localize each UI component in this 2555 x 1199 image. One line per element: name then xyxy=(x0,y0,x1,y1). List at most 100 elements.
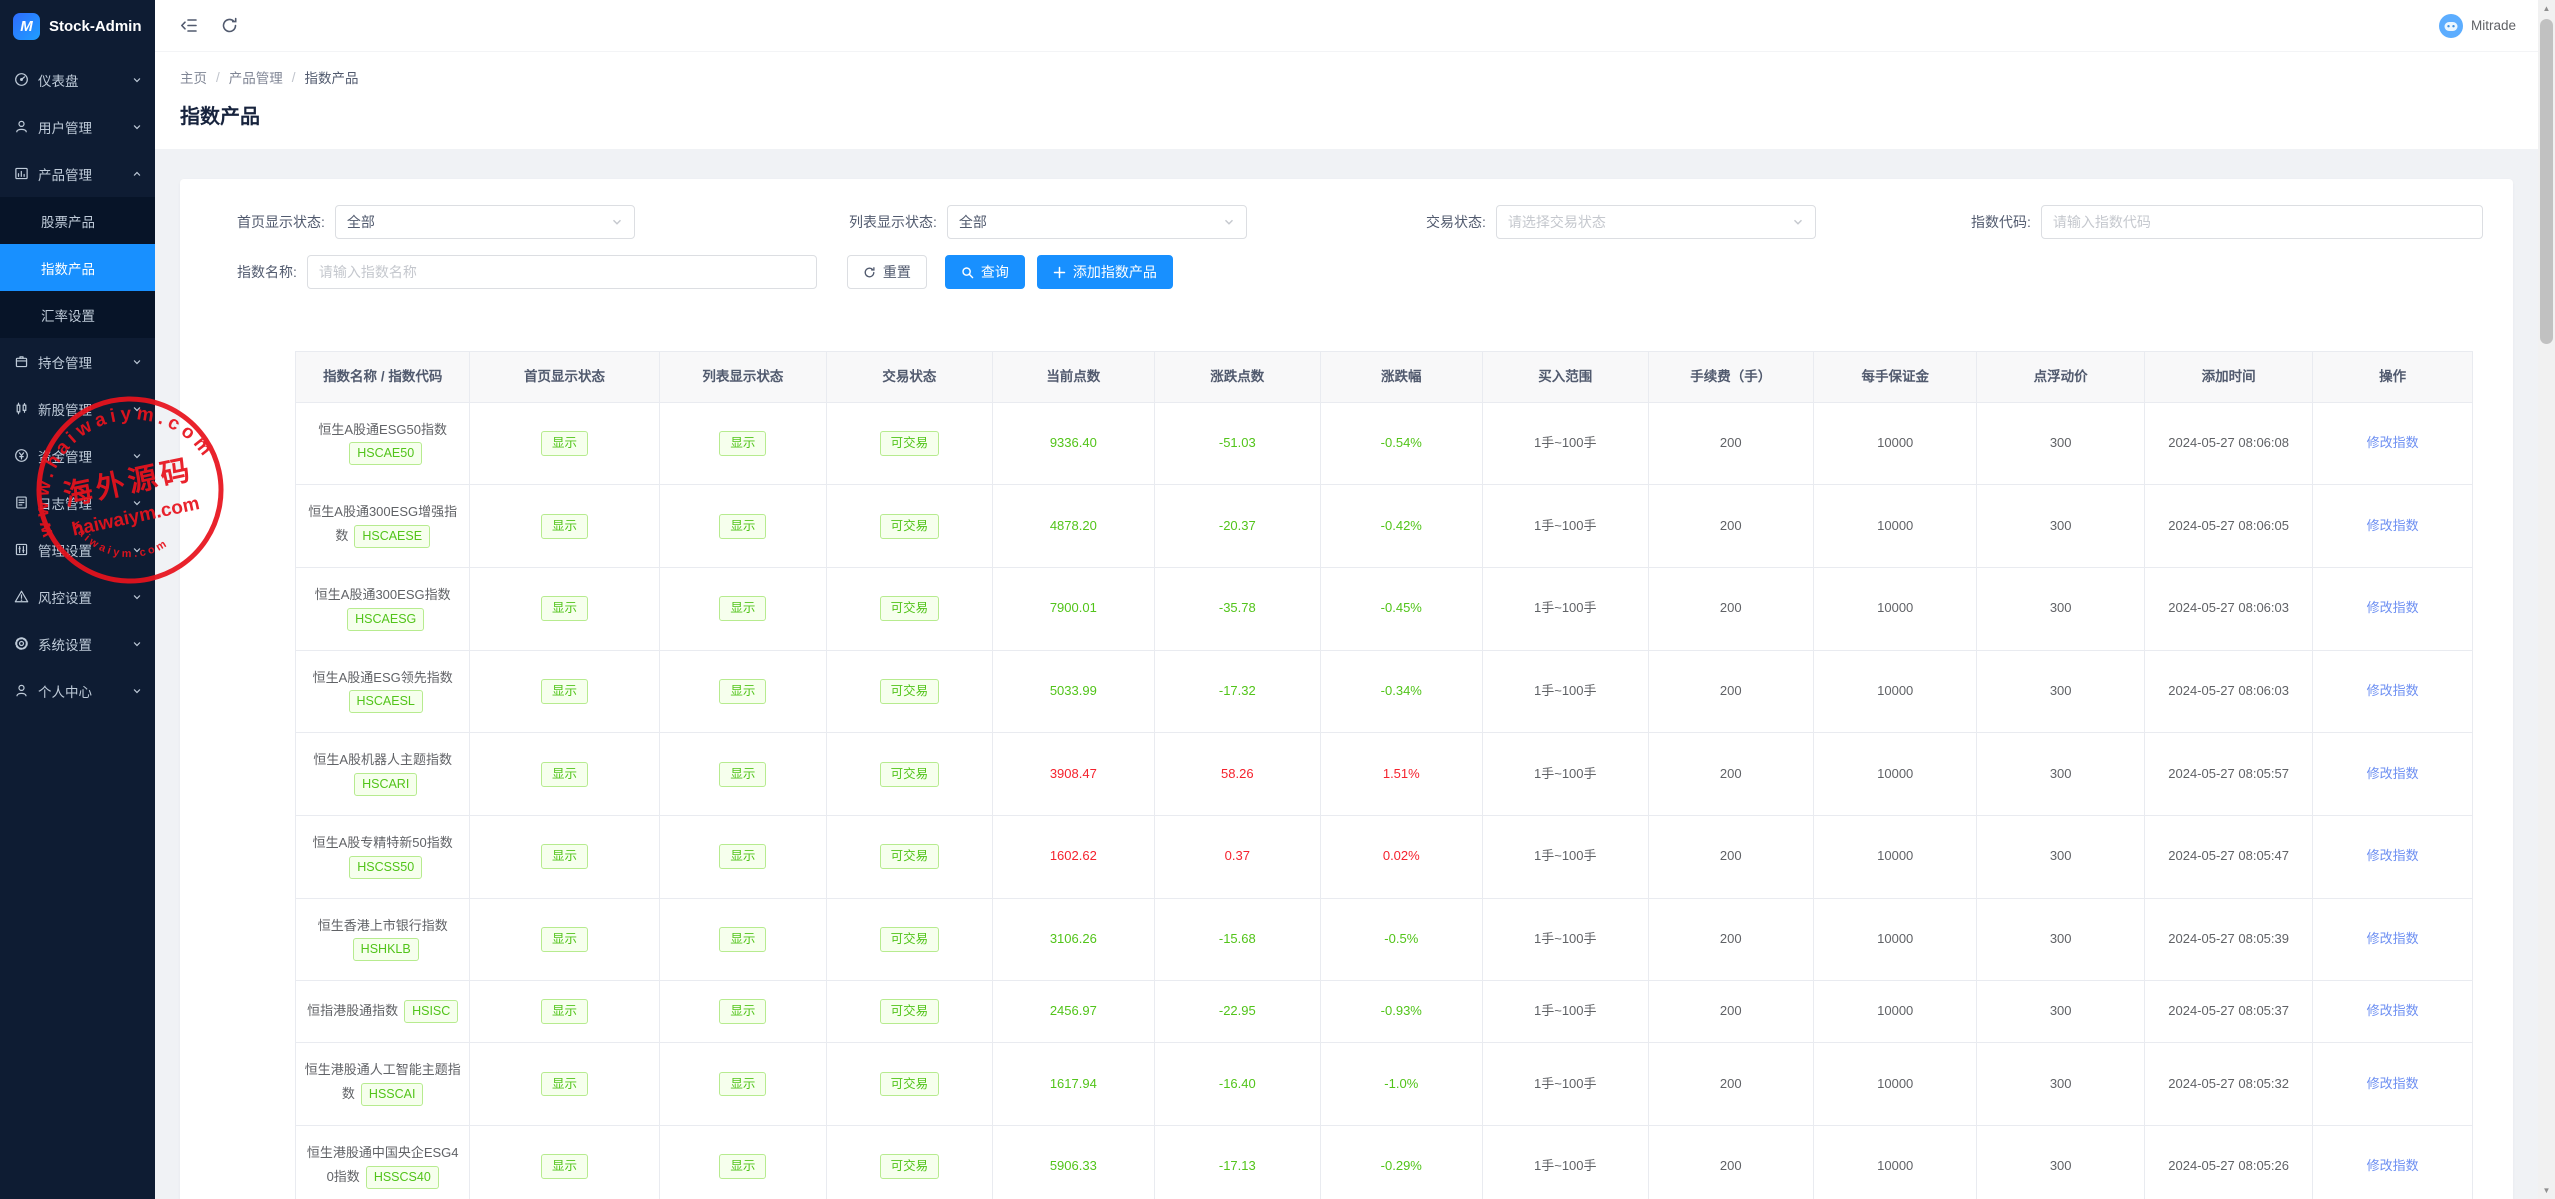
collapse-sidebar-icon[interactable] xyxy=(179,16,198,35)
edit-index-link[interactable]: 修改指数 xyxy=(2367,600,2419,615)
column-header: 每手保证金 xyxy=(1813,352,1976,403)
fee-per-lot: 200 xyxy=(1720,435,1742,450)
change-percent: -0.5% xyxy=(1384,931,1418,946)
scroll-down-icon[interactable]: ▼ xyxy=(2538,1182,2555,1199)
risk-icon xyxy=(13,589,29,605)
home-status-badge: 显示 xyxy=(541,1154,588,1179)
trade-status-badge: 可交易 xyxy=(880,999,940,1024)
point-float-price: 300 xyxy=(2050,766,2072,781)
change-points: -51.03 xyxy=(1219,435,1256,450)
point-float-price: 300 xyxy=(2050,683,2072,698)
buy-range: 1手~100手 xyxy=(1534,1076,1597,1091)
page-vertical-scrollbar: ▲ ▼ xyxy=(2538,0,2555,1199)
margin-per-lot: 10000 xyxy=(1877,1076,1913,1091)
fee-per-lot: 200 xyxy=(1720,766,1742,781)
point-float-price: 300 xyxy=(2050,600,2072,615)
point-float-price: 300 xyxy=(2050,931,2072,946)
index-code-badge: HSCSS50 xyxy=(349,856,422,879)
margin-per-lot: 10000 xyxy=(1877,1003,1913,1018)
table-row: 恒生A股通300ESG增强指数HSCAESE显示显示可交易4878.20-20.… xyxy=(296,485,2473,568)
sidebar-item-dashboard[interactable]: 仪表盘 xyxy=(0,56,155,103)
edit-index-link[interactable]: 修改指数 xyxy=(2367,683,2419,698)
reset-button[interactable]: 重置 xyxy=(847,255,927,289)
list-status-select[interactable]: 全部 xyxy=(947,205,1247,239)
table-header-row: 指数名称 / 指数代码首页显示状态列表显示状态交易状态当前点数涨跌点数涨跌幅买入… xyxy=(296,352,2473,403)
index-name-input[interactable] xyxy=(307,255,817,289)
search-button[interactable]: 查询 xyxy=(945,255,1025,289)
chevron-down-icon xyxy=(132,592,142,602)
margin-per-lot: 10000 xyxy=(1877,1158,1913,1173)
chevron-down-icon xyxy=(132,122,142,132)
sidebar-subitem-stock-products[interactable]: 股票产品 xyxy=(0,197,155,244)
trade-status-badge: 可交易 xyxy=(880,431,940,456)
margin-per-lot: 10000 xyxy=(1877,600,1913,615)
sidebar-item-risk-settings[interactable]: 风控设置 xyxy=(0,573,155,620)
sidebar-item-label: 持仓管理 xyxy=(38,352,132,372)
add-index-product-button[interactable]: 添加指数产品 xyxy=(1037,255,1173,289)
current-points: 1602.62 xyxy=(1050,848,1097,863)
avatar xyxy=(2439,14,2463,38)
fee-per-lot: 200 xyxy=(1720,518,1742,533)
sidebar-item-log-mgmt[interactable]: 日志管理 xyxy=(0,479,155,526)
chevron-down-icon xyxy=(132,498,142,508)
buy-range: 1手~100手 xyxy=(1534,931,1597,946)
sidebar-item-funds-mgmt[interactable]: 资金管理 xyxy=(0,432,155,479)
ipo-icon xyxy=(13,401,29,417)
margin-per-lot: 10000 xyxy=(1877,848,1913,863)
breadcrumb-home[interactable]: 主页 xyxy=(180,67,207,87)
point-float-price: 300 xyxy=(2050,848,2072,863)
sidebar-item-user-mgmt[interactable]: 用户管理 xyxy=(0,103,155,150)
edit-index-link[interactable]: 修改指数 xyxy=(2367,518,2419,533)
change-points: -17.13 xyxy=(1219,1158,1256,1173)
sidebar-submenu: 股票产品指数产品汇率设置 xyxy=(0,197,155,338)
trade-status-select[interactable]: 请选择交易状态 xyxy=(1496,205,1816,239)
home-status-badge: 显示 xyxy=(541,679,588,704)
scroll-up-icon[interactable]: ▲ xyxy=(2538,0,2555,17)
margin-per-lot: 10000 xyxy=(1877,766,1913,781)
sidebar-item-admin-settings[interactable]: 管理设置 xyxy=(0,526,155,573)
sidebar-item-position-mgmt[interactable]: 持仓管理 xyxy=(0,338,155,385)
table-row: 恒生港股通人工智能主题指数HSSCAI显示显示可交易1617.94-16.40-… xyxy=(296,1043,2473,1126)
sidebar-item-label: 风控设置 xyxy=(38,587,132,607)
chevron-down-icon xyxy=(611,216,623,228)
breadcrumb-separator: / xyxy=(292,70,296,85)
sidebar-subitem-index-products[interactable]: 指数产品 xyxy=(0,244,155,291)
change-points: 58.26 xyxy=(1221,766,1254,781)
home-status-select[interactable]: 全部 xyxy=(335,205,635,239)
current-points: 9336.40 xyxy=(1050,435,1097,450)
sidebar-item-label: 用户管理 xyxy=(38,117,132,137)
edit-index-link[interactable]: 修改指数 xyxy=(2367,1003,2419,1018)
edit-index-link[interactable]: 修改指数 xyxy=(2367,435,2419,450)
breadcrumb-section[interactable]: 产品管理 xyxy=(229,67,283,87)
edit-index-link[interactable]: 修改指数 xyxy=(2367,1076,2419,1091)
index-code-input[interactable] xyxy=(2041,205,2483,239)
sidebar-item-product-mgmt[interactable]: 产品管理 xyxy=(0,150,155,197)
sidebar-item-profile[interactable]: 个人中心 xyxy=(0,667,155,714)
sidebar-item-system-settings[interactable]: 系统设置 xyxy=(0,620,155,667)
index-code-badge: HSISC xyxy=(404,1000,458,1023)
home-status-badge: 显示 xyxy=(541,596,588,621)
positions-icon xyxy=(13,354,29,370)
sidebar-subitem-rate-settings[interactable]: 汇率设置 xyxy=(0,291,155,338)
list-status-badge: 显示 xyxy=(719,927,766,952)
fee-per-lot: 200 xyxy=(1720,683,1742,698)
sidebar-item-label: 新股管理 xyxy=(38,399,132,419)
added-time: 2024-05-27 08:05:57 xyxy=(2168,766,2289,781)
fee-per-lot: 200 xyxy=(1720,1158,1742,1173)
change-points: -20.37 xyxy=(1219,518,1256,533)
added-time: 2024-05-27 08:06:05 xyxy=(2168,518,2289,533)
user-menu[interactable]: Mitrade xyxy=(2439,14,2516,38)
buy-range: 1手~100手 xyxy=(1534,848,1597,863)
vertical-scrollbar-thumb[interactable] xyxy=(2540,19,2553,344)
column-header: 涨跌点数 xyxy=(1155,352,1320,403)
current-points: 5033.99 xyxy=(1050,683,1097,698)
change-percent: -1.0% xyxy=(1384,1076,1418,1091)
products-icon xyxy=(13,166,29,182)
edit-index-link[interactable]: 修改指数 xyxy=(2367,766,2419,781)
edit-index-link[interactable]: 修改指数 xyxy=(2367,931,2419,946)
refresh-icon[interactable] xyxy=(220,16,239,35)
buy-range: 1手~100手 xyxy=(1534,683,1597,698)
edit-index-link[interactable]: 修改指数 xyxy=(2367,1158,2419,1173)
sidebar-item-ipo-mgmt[interactable]: 新股管理 xyxy=(0,385,155,432)
edit-index-link[interactable]: 修改指数 xyxy=(2367,848,2419,863)
